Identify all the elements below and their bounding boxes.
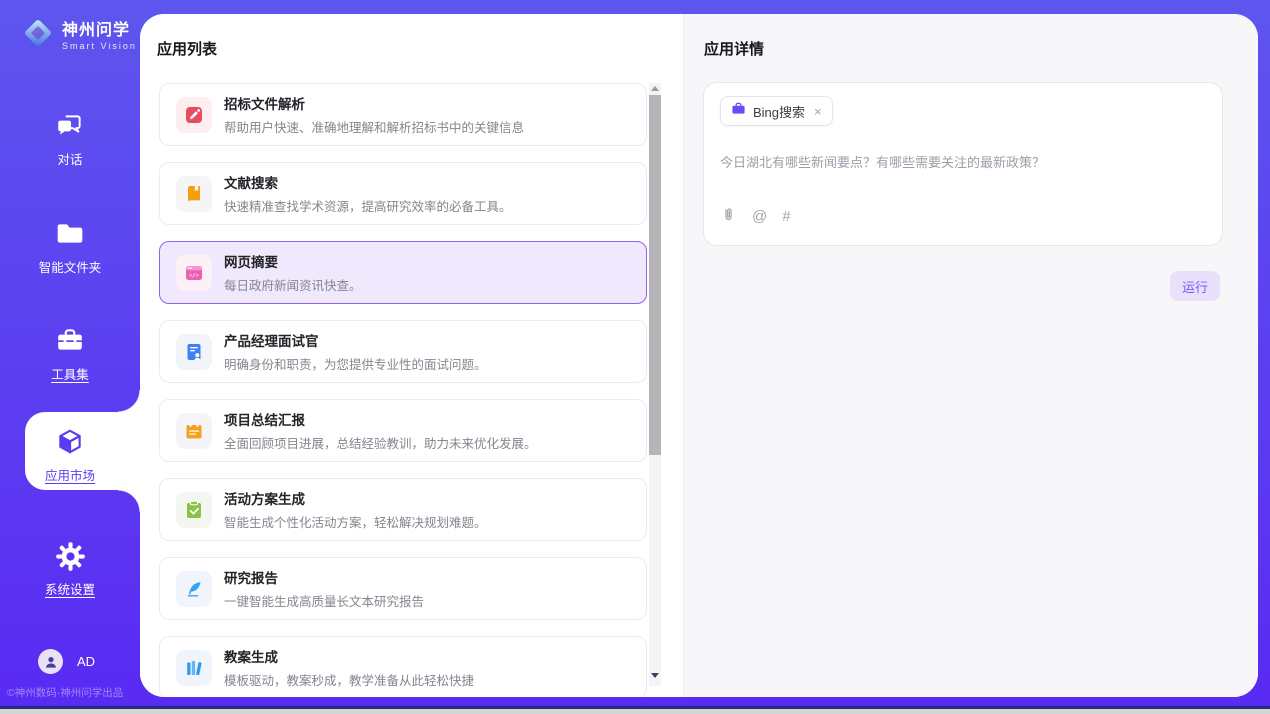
app-card-texts: 教案生成模板驱动，教案秒成，教学准备从此轻松快捷 xyxy=(224,646,474,689)
webpage-icon: </> xyxy=(176,255,212,291)
app-card-web-summary[interactable]: </> 网页摘要每日政府新闻资讯快查。 xyxy=(159,241,647,304)
app-card-texts: 研究报告一键智能生成高质量长文本研究报告 xyxy=(224,567,424,610)
app-list-title: 应用列表 xyxy=(157,38,217,59)
scrollbar-down-arrow-icon[interactable] xyxy=(651,673,659,678)
app-detail-panel: 应用详情 Bing搜索 × 今日湖北有哪些新闻要点？有哪些需要关注的最新政策？ xyxy=(683,14,1258,697)
books-icon xyxy=(176,650,212,686)
app-window: 神州问学 Smart Vision 对话 智能文件夹 工具集 应用市场 xyxy=(0,0,1270,714)
sidebar: 神州问学 Smart Vision 对话 智能文件夹 工具集 应用市场 xyxy=(0,0,140,714)
app-card-title: 项目总结汇报 xyxy=(224,409,537,429)
quill-icon xyxy=(176,571,212,607)
composer-toolbar: @ # xyxy=(720,206,791,226)
app-card-description: 快速精准查找学术资源，提高研究效率的必备工具。 xyxy=(224,196,512,215)
app-card-title: 活动方案生成 xyxy=(224,488,487,508)
app-card-description: 全面回顾项目进展，总结经验教训，助力未来优化发展。 xyxy=(224,433,537,452)
app-card-description: 每日政府新闻资讯快查。 xyxy=(224,275,362,294)
folder-icon xyxy=(55,218,85,250)
app-card-title: 研究报告 xyxy=(224,567,424,587)
app-card-description: 一键智能生成高质量长文本研究报告 xyxy=(224,591,424,610)
query-text[interactable]: 今日湖北有哪些新闻要点？有哪些需要关注的最新政策？ xyxy=(720,152,1206,171)
svg-text:</>: </> xyxy=(189,272,200,278)
sidebar-item-app-market[interactable]: 应用市场 xyxy=(0,426,140,484)
briefcase-icon xyxy=(55,325,85,357)
paperclip-icon[interactable] xyxy=(720,206,737,226)
app-card-texts: 文献搜索快速精准查找学术资源，提高研究效率的必备工具。 xyxy=(224,172,512,215)
app-card-research-report[interactable]: 研究报告一键智能生成高质量长文本研究报告 xyxy=(159,557,647,620)
app-card-title: 网页摘要 xyxy=(224,251,362,271)
app-card-texts: 招标文件解析帮助用户快速、准确地理解和解析招标书中的关键信息 xyxy=(224,93,524,136)
scrollbar-up-arrow-icon[interactable] xyxy=(651,86,659,91)
app-card-description: 明确身份和职责，为您提供专业性的面试问题。 xyxy=(224,354,487,373)
app-card-literature-search[interactable]: 文献搜索快速精准查找学术资源，提高研究效率的必备工具。 xyxy=(159,162,647,225)
run-button[interactable]: 运行 xyxy=(1170,271,1220,301)
app-card-tender-parse[interactable]: 招标文件解析帮助用户快速、准确地理解和解析招标书中的关键信息 xyxy=(159,83,647,146)
chat-icon xyxy=(55,110,85,142)
diamond-logo-icon xyxy=(20,15,56,51)
logo-text: 神州问学 Smart Vision xyxy=(62,16,137,51)
calendar-icon xyxy=(176,413,212,449)
tool-tag-bing-search[interactable]: Bing搜索 × xyxy=(720,96,833,126)
tool-tag-label: Bing搜索 xyxy=(753,102,805,121)
app-card-description: 模板驱动，教案秒成，教学准备从此轻松快捷 xyxy=(224,670,474,689)
hash-icon[interactable]: # xyxy=(782,209,790,224)
clipboard-check-icon xyxy=(176,492,212,528)
app-list-panel: 应用列表 招标文件解析帮助用户快速、准确地理解和解析招标书中的关键信息 文献搜索… xyxy=(140,14,683,697)
sidebar-item-chat[interactable]: 对话 xyxy=(0,110,140,168)
at-icon[interactable]: @ xyxy=(752,209,767,224)
bump-top-curve xyxy=(118,390,140,412)
scrollbar[interactable] xyxy=(649,83,661,686)
app-card-title: 文献搜索 xyxy=(224,172,512,192)
sidebar-item-label: 工具集 xyxy=(51,364,89,383)
app-card-texts: 网页摘要每日政府新闻资讯快查。 xyxy=(224,251,362,294)
window-bottom-edge xyxy=(0,709,1270,714)
interviewer-icon xyxy=(176,334,212,370)
tender-doc-icon xyxy=(176,97,212,133)
logo-title: 神州问学 xyxy=(62,16,137,40)
logo-subtitle: Smart Vision xyxy=(62,41,137,51)
sidebar-item-smart-folder[interactable]: 智能文件夹 xyxy=(0,218,140,276)
app-card-lesson-plan[interactable]: 教案生成模板驱动，教案秒成，教学准备从此轻松快捷 xyxy=(159,636,647,697)
app-card-title: 招标文件解析 xyxy=(224,93,524,113)
app-detail-title: 应用详情 xyxy=(704,38,764,59)
copyright-text: ©神州数码·神州问学出品 xyxy=(7,685,139,700)
main-content: 应用列表 招标文件解析帮助用户快速、准确地理解和解析招标书中的关键信息 文献搜索… xyxy=(140,14,1258,697)
app-card-pm-interviewer[interactable]: 产品经理面试官明确身份和职责，为您提供专业性的面试问题。 xyxy=(159,320,647,383)
sidebar-item-label: 对话 xyxy=(57,149,82,168)
app-card-project-summary[interactable]: 项目总结汇报全面回顾项目进展，总结经验教训，助力未来优化发展。 xyxy=(159,399,647,462)
sidebar-item-label: 智能文件夹 xyxy=(39,257,102,276)
person-icon xyxy=(38,649,63,674)
scrollbar-thumb[interactable] xyxy=(649,95,661,455)
app-card-texts: 产品经理面试官明确身份和职责，为您提供专业性的面试问题。 xyxy=(224,330,487,373)
close-icon[interactable]: × xyxy=(814,104,822,119)
app-card-description: 智能生成个性化活动方案，轻松解决规划难题。 xyxy=(224,512,487,531)
app-card-event-plan[interactable]: 活动方案生成智能生成个性化活动方案，轻松解决规划难题。 xyxy=(159,478,647,541)
bump-bottom-curve xyxy=(118,490,140,512)
composer-card[interactable]: Bing搜索 × 今日湖北有哪些新闻要点？有哪些需要关注的最新政策？ @ # xyxy=(703,82,1223,246)
gear-icon xyxy=(54,540,87,572)
sidebar-item-label: 应用市场 xyxy=(45,465,95,484)
app-card-list: 招标文件解析帮助用户快速、准确地理解和解析招标书中的关键信息 文献搜索快速精准查… xyxy=(159,83,647,697)
user-profile[interactable]: AD xyxy=(38,649,95,674)
briefcase-tag-icon xyxy=(731,101,746,121)
book-icon xyxy=(176,176,212,212)
app-card-title: 产品经理面试官 xyxy=(224,330,487,350)
user-name: AD xyxy=(77,654,95,669)
app-logo: 神州问学 Smart Vision xyxy=(20,15,137,51)
cube-icon xyxy=(55,426,85,458)
sidebar-item-settings[interactable]: 系统设置 xyxy=(0,540,140,598)
app-card-title: 教案生成 xyxy=(224,646,474,666)
sidebar-item-label: 系统设置 xyxy=(45,579,95,598)
app-card-texts: 项目总结汇报全面回顾项目进展，总结经验教训，助力未来优化发展。 xyxy=(224,409,537,452)
app-card-texts: 活动方案生成智能生成个性化活动方案，轻松解决规划难题。 xyxy=(224,488,487,531)
sidebar-item-toolset[interactable]: 工具集 xyxy=(0,325,140,383)
app-card-description: 帮助用户快速、准确地理解和解析招标书中的关键信息 xyxy=(224,117,524,136)
